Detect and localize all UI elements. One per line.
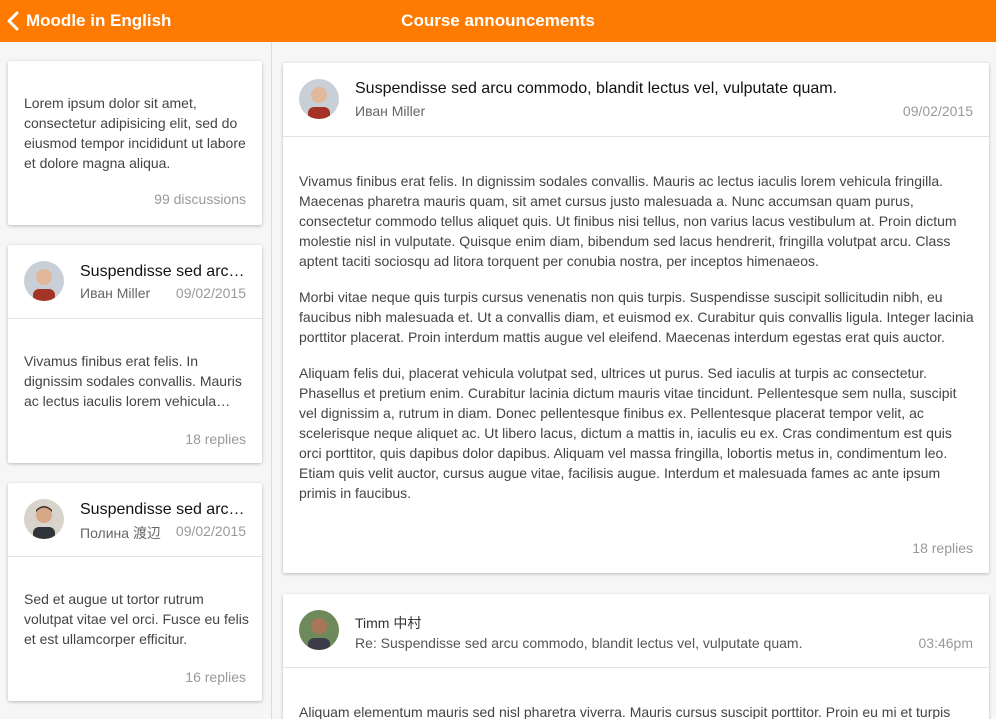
divider: [8, 318, 262, 319]
discussion-author: Полина 渡辺: [80, 525, 161, 541]
discussion-card[interactable]: Suspendisse sed arcu commodo, blandit le…: [8, 483, 262, 701]
user-avatar: [24, 261, 64, 301]
reply-card: Timm 中村 Re: Suspendisse sed arcu commodo…: [283, 594, 989, 719]
divider: [8, 556, 262, 557]
reply-author: Timm 中村: [355, 615, 422, 631]
reply-count[interactable]: 18 replies: [912, 540, 973, 556]
user-avatar: [299, 79, 339, 119]
user-avatar: [24, 499, 64, 539]
reply-subject: Re: Suspendisse sed arcu commodo, blandi…: [355, 635, 803, 651]
reply-count: 16 replies: [185, 669, 246, 685]
discussion-title: Suspendisse sed arcu commodo, blandit le…: [80, 263, 250, 280]
divider: [283, 667, 989, 668]
post-paragraph: Aliquam felis dui, placerat vehicula vol…: [299, 365, 957, 501]
discussion-list[interactable]: Lorem ipsum dolor sit amet, consectetur …: [0, 42, 272, 719]
post-paragraph: Morbi vitae neque quis turpis cursus ven…: [299, 289, 974, 345]
app-header: Moodle in English Course announcements: [0, 0, 996, 42]
divider: [283, 136, 989, 137]
reply-count: 18 replies: [185, 431, 246, 447]
discussion-card[interactable]: Suspendisse sed arcu commodo, blandit le…: [8, 245, 262, 463]
post-paragraph: Vivamus finibus erat felis. In dignissim…: [299, 173, 957, 269]
main-post-card: Suspendisse sed arcu commodo, blandit le…: [283, 63, 989, 573]
discussion-excerpt: Vivamus finibus erat felis. In dignissim…: [24, 353, 242, 409]
post-title: Suspendisse sed arcu commodo, blandit le…: [355, 80, 838, 97]
reply-time: 03:46pm: [918, 635, 973, 651]
user-avatar: [299, 610, 339, 650]
post-thread[interactable]: Suspendisse sed arcu commodo, blandit le…: [273, 42, 996, 719]
discussion-title: Suspendisse sed arcu commodo, blandit le…: [80, 501, 250, 518]
forum-summary-card[interactable]: Lorem ipsum dolor sit amet, consectetur …: [8, 61, 262, 225]
post-date: 09/02/2015: [902, 103, 973, 119]
discussion-author: Иван Miller: [80, 285, 151, 301]
discussion-date: 09/02/2015: [175, 523, 246, 539]
discussion-count: 99 discussions: [154, 191, 246, 207]
reply-body: Aliquam elementum mauris sed nisl pharet…: [299, 704, 951, 719]
discussion-date: 09/02/2015: [175, 285, 246, 301]
discussion-excerpt: Sed et augue ut tortor rutrum volutpat v…: [24, 591, 249, 647]
back-button-label: Moodle in English: [26, 11, 172, 30]
forum-intro: Lorem ipsum dolor sit amet, consectetur …: [24, 95, 246, 171]
post-author: Иван Miller: [355, 103, 426, 119]
chevron-left-icon: [6, 11, 20, 31]
back-button[interactable]: Moodle in English: [6, 0, 171, 42]
post-body: Vivamus finibus erat felis. In dignissim…: [299, 171, 975, 503]
